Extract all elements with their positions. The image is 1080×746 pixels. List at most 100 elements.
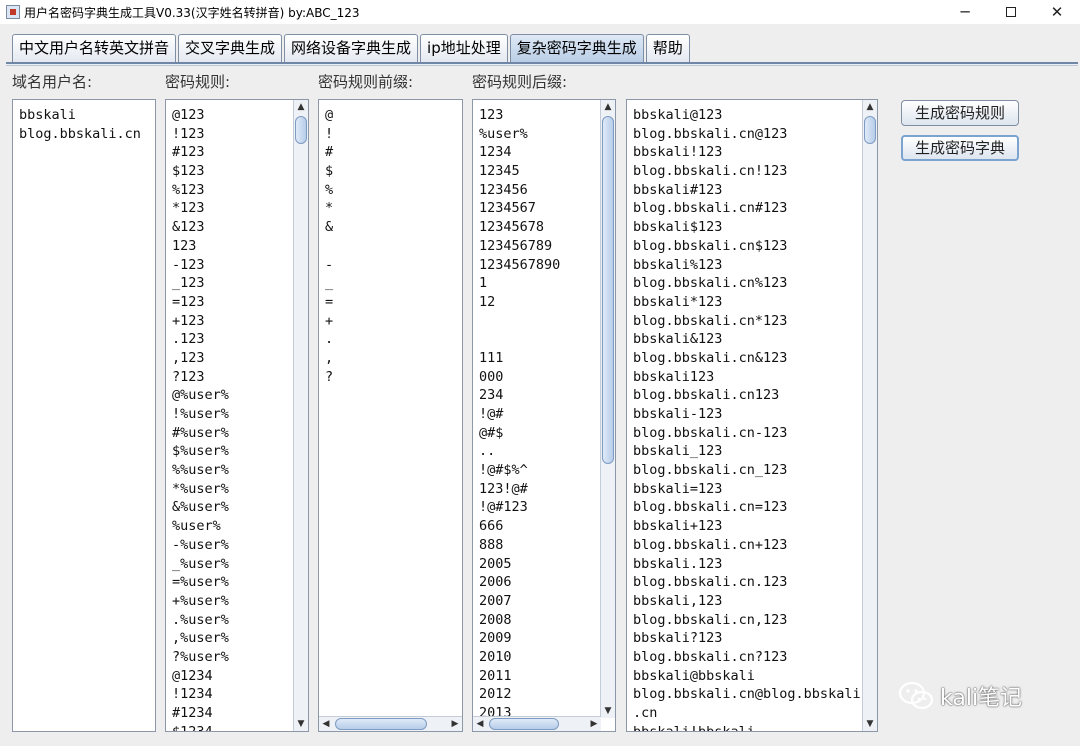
text-line: bbskali%123 [633, 256, 723, 273]
title-bar: 用户名密码字典生成工具V0.33(汉字姓名转拼音) by:ABC_123 ─ ✕ [0, 0, 1080, 24]
wechat-icon [898, 681, 934, 710]
prefix-horizontal-scrollbar[interactable]: ◀ ▶ [319, 716, 462, 731]
output-vertical-scrollbar[interactable]: ▲ ▼ [862, 100, 877, 731]
scroll-left-icon[interactable]: ◀ [473, 717, 487, 731]
scroll-thumb[interactable] [335, 718, 427, 730]
scroll-right-icon[interactable]: ▶ [448, 717, 462, 731]
tab-ip-processing[interactable]: ip地址处理 [420, 34, 508, 62]
text-line: %user% [172, 518, 221, 535]
text-line: $ [325, 163, 334, 180]
tab-network-device-dictionary[interactable]: 网络设备字典生成 [284, 34, 419, 62]
suffix-textarea[interactable]: 123 %user% 1234 12345 123456 1234567 12345678 1… [472, 99, 616, 732]
text-line: 2012 [479, 686, 512, 703]
text-line: &%user% [172, 499, 229, 516]
text-line: -%user% [172, 536, 229, 553]
text-line: 2010 [479, 648, 512, 665]
tab-complex-password-dictionary[interactable]: 复杂密码字典生成 [509, 34, 644, 62]
close-button[interactable]: ✕ [1034, 0, 1080, 24]
suffix-vertical-scrollbar[interactable]: ▲ ▼ [600, 100, 615, 718]
scroll-up-icon[interactable]: ▲ [601, 100, 615, 114]
watermark-text: kali笔记 [940, 686, 1023, 711]
scroll-up-icon[interactable]: ▲ [863, 100, 877, 114]
text-line: -123 [172, 256, 205, 273]
text-line: 12 [479, 293, 496, 310]
generate-rules-button[interactable]: 生成密码规则 [901, 100, 1019, 126]
text-line: @%user% [172, 387, 229, 404]
rules-textarea[interactable]: @123 !123 #123 $123 %123 *123 &123 123 -123 _123 =… [165, 99, 309, 732]
text-line: bbskali!123 [633, 144, 723, 161]
text-line: bbskali+123 [633, 518, 723, 535]
text-line: bbskali!bbskali [633, 723, 755, 732]
prefix-label: 密码规则前缀: [318, 73, 414, 91]
tab-help[interactable]: 帮助 [645, 34, 690, 62]
text-line: 666 [479, 518, 504, 535]
scroll-down-icon[interactable]: ▼ [601, 704, 615, 718]
text-line: bbskali123 [633, 368, 715, 385]
text-line [479, 312, 560, 331]
text-line: .123 [172, 331, 205, 348]
generate-dictionary-button[interactable]: 生成密码字典 [901, 135, 1019, 161]
maximize-button[interactable] [988, 0, 1034, 24]
text-line: blog.bbskali.cn-123 [633, 424, 788, 441]
text-line: &123 [172, 219, 205, 236]
text-line: + [325, 312, 334, 329]
text-line: bbskali&123 [633, 331, 723, 348]
text-line: ?123 [172, 368, 205, 385]
text-line: 2009 [479, 630, 512, 647]
text-line: blog.bbskali.cn#123 [633, 200, 788, 217]
text-line: bbskali@123 [633, 107, 723, 123]
text-line: #123 [172, 144, 205, 161]
text-line: 12345678 [479, 219, 545, 236]
text-line [479, 330, 560, 349]
text-line: 12345 [479, 163, 520, 180]
text-line: blog.bbskali.cn@blog.bbskali [633, 686, 861, 703]
scroll-right-icon[interactable]: ▶ [587, 717, 601, 731]
text-line: _ [325, 275, 334, 292]
tab-cross-dictionary[interactable]: 交叉字典生成 [178, 34, 283, 62]
tab-chinese-to-pinyin[interactable]: 中文用户名转英文拼音 [12, 34, 177, 62]
text-line: 2008 [479, 611, 512, 628]
text-line: .%user% [172, 611, 229, 628]
text-line: *%user% [172, 480, 229, 497]
text-line: bbskali$123 [633, 219, 723, 236]
text-line: !@#$%^ [479, 462, 528, 479]
minimize-button[interactable]: ─ [942, 0, 988, 24]
scroll-thumb[interactable] [295, 116, 307, 144]
text-line: bbskali#123 [633, 181, 723, 198]
text-line: blog.bbskali.cn.123 [633, 574, 788, 591]
rules-vertical-scrollbar[interactable]: ▲ ▼ [293, 100, 308, 731]
scroll-thumb[interactable] [602, 116, 614, 464]
scroll-left-icon[interactable]: ◀ [319, 717, 333, 731]
scroll-down-icon[interactable]: ▼ [863, 717, 877, 731]
text-line: 2007 [479, 592, 512, 609]
prefix-lines: @! # $% * & - _ = +.,? [325, 106, 333, 386]
suffix-horizontal-scrollbar[interactable]: ◀ ▶ [473, 716, 601, 731]
suffix-label: 密码规则后缀: [472, 73, 568, 91]
text-line: blog.bbskali.cn!123 [633, 163, 788, 180]
domain-users-textarea[interactable]: bbskali blog.bbskali.cn [12, 99, 156, 732]
text-line: blog.bbskali.cn=123 [633, 499, 788, 516]
text-line: 000 [479, 368, 504, 385]
window-title: 用户名密码字典生成工具V0.33(汉字姓名转拼音) by:ABC_123 [24, 5, 360, 20]
text-line: blog.bbskali.cn+123 [633, 536, 788, 553]
text-line: @ [325, 107, 334, 123]
text-line: bbskali_123 [633, 443, 723, 460]
scroll-up-icon[interactable]: ▲ [294, 100, 308, 114]
text-line: @123 [172, 107, 205, 123]
text-line: blog.bbskali.cn,123 [633, 611, 788, 628]
text-line: 2005 [479, 555, 512, 572]
scroll-thumb[interactable] [489, 718, 559, 730]
text-line: 1234567 [479, 200, 536, 217]
output-textarea[interactable]: bbskali@123 blog.bbskali.cn@123 bbskali!12… [626, 99, 878, 732]
text-line: blog.bbskali.cn@123 [633, 125, 788, 142]
text-line: #%user% [172, 424, 229, 441]
text-line: .cn [633, 705, 658, 721]
scroll-down-icon[interactable]: ▼ [294, 717, 308, 731]
output-lines: bbskali@123 blog.bbskali.cn@123 bbskali!12… [633, 106, 861, 732]
text-line: & [325, 219, 334, 236]
text-line: *123 [172, 200, 205, 217]
text-line: blog.bbskali.cn*123 [633, 312, 788, 329]
prefix-textarea[interactable]: @! # $% * & - _ = +.,? ◀ ▶ [318, 99, 463, 732]
text-line: blog.bbskali.cn%123 [633, 275, 788, 292]
scroll-thumb[interactable] [864, 116, 876, 144]
